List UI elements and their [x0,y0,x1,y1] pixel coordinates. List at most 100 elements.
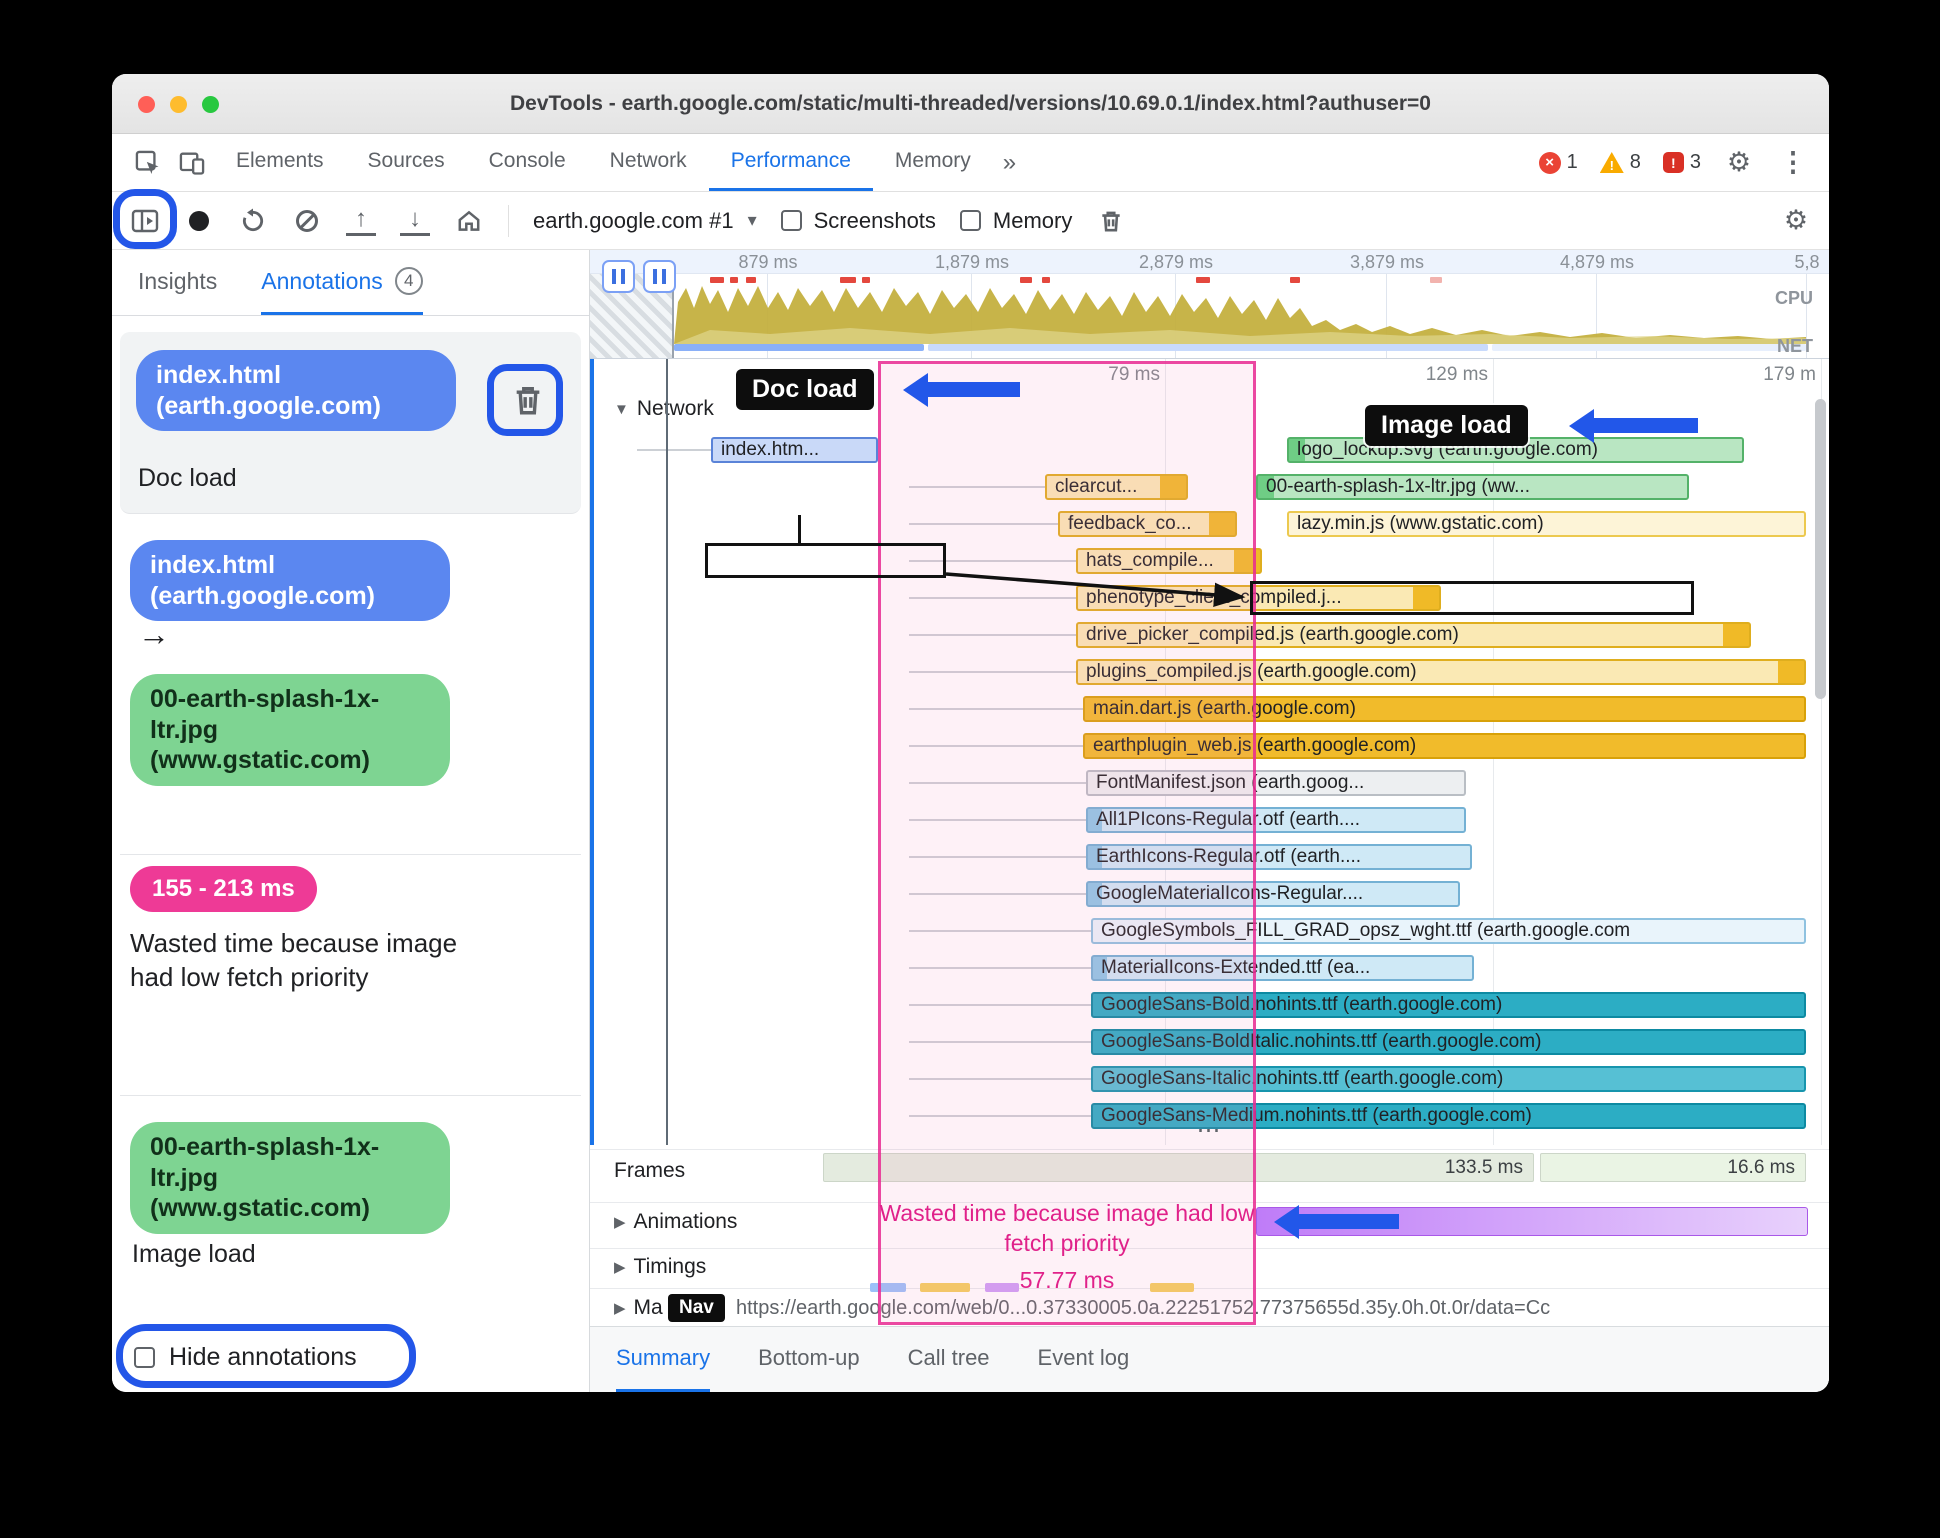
tab-annotations[interactable]: Annotations 4 [261,250,423,315]
devtools-tab[interactable]: Sources [346,134,467,191]
network-request-bar[interactable]: All1PIcons-Regular.otf (earth.... [1086,807,1466,833]
pause-button[interactable] [602,260,635,293]
annotation-pill-splash[interactable]: 00-earth-splash-1x-ltr.jpg (www.gstatic.… [130,1122,450,1234]
hide-annotations-checkbox[interactable]: Hide annotations [134,1343,357,1372]
error-badge[interactable]: × 1 [1533,151,1584,174]
delete-annotation-button[interactable] [511,382,545,418]
devtools-tab[interactable]: Console [467,134,588,191]
network-request-bar[interactable]: EarthIcons-Regular.otf (earth.... [1086,844,1472,870]
reload-icon[interactable] [238,206,268,236]
annotations-tab-label: Annotations [261,267,383,294]
checkbox-icon [780,210,802,231]
drawer-tab[interactable]: Summary [616,1327,711,1392]
wasted-time-line: Wasted time because image had low fetch … [879,1200,1255,1257]
issues-badge[interactable]: ! 3 [1657,151,1707,174]
drawer-tab[interactable]: Event log [1038,1327,1130,1392]
network-request-bar[interactable]: clearcut... [1045,474,1188,500]
request-label: index.htm... [721,439,820,460]
network-request-bar[interactable]: main.dart.js (earth.google.com) [1083,696,1806,722]
network-request-bar[interactable]: 00-earth-splash-1x-ltr.jpg (ww... [1256,474,1689,500]
upload-profile-icon[interactable]: ↑ [346,206,376,236]
network-request-bar[interactable]: feedback_co... [1058,511,1237,537]
clear-icon[interactable] [292,206,322,236]
network-request-bar[interactable]: lazy.min.js (www.gstatic.com) [1287,511,1806,537]
zoom-button[interactable] [202,96,219,113]
tab-insights[interactable]: Insights [138,250,217,315]
network-request-bar[interactable]: MaterialIcons-Extended.ttf (ea... [1091,955,1474,981]
request-whisker [909,1115,1091,1117]
long-task-tick [730,277,738,283]
collapse-triangle-icon: ▶ [614,1213,626,1231]
network-request-bar[interactable]: hats_compile... [1076,548,1262,574]
download-profile-icon[interactable]: ↓ [400,206,430,236]
network-request-bar[interactable]: GoogleMaterialIcons-Regular.... [1086,881,1460,907]
index-html-outline-box [705,543,946,578]
request-whisker [909,671,1076,673]
annotation-pill-index[interactable]: index.html (earth.google.com) [136,350,456,431]
animations-track-label[interactable]: ▶ Animations [614,1210,737,1234]
request-whisker [909,1078,1091,1080]
more-rows-indicator[interactable]: ⋯ [1197,1116,1223,1145]
record-button[interactable] [184,206,214,236]
panel-settings-gear-icon[interactable]: ⚙ [1781,205,1811,236]
devtools-tab[interactable]: Memory [873,134,993,191]
warning-badge[interactable]: ! 8 [1594,151,1647,174]
cpu-activity-chart [674,286,1806,344]
devtools-tab[interactable]: Network [588,134,709,191]
more-tabs-icon[interactable]: » [993,134,1026,191]
nav-url: https://earth.google.com/web/0...0.37330… [736,1297,1551,1319]
network-request-bar[interactable]: GoogleSans-BoldItalic.nohints.ttf (earth… [1091,1029,1806,1055]
minimize-button[interactable] [170,96,187,113]
network-request-bar[interactable]: drive_picker_compiled.js (earth.google.c… [1076,622,1751,648]
collect-garbage-icon[interactable] [1096,206,1126,236]
network-request-bar[interactable]: FontManifest.json (earth.goog... [1086,770,1466,796]
frame-duration-bar[interactable]: 133.5 ms [823,1153,1534,1182]
annotation-pill-splash[interactable]: 00-earth-splash-1x-ltr.jpg (www.gstatic.… [130,674,450,786]
timings-track-label[interactable]: ▶ Timings [614,1255,706,1279]
pause-button[interactable] [643,260,676,293]
timeline-overview[interactable]: 879 ms 1,879 ms 2,879 ms 3,879 ms 4,879 … [590,250,1829,359]
image-load-annotation-chip[interactable]: Image load [1365,405,1528,446]
frames-track-label: Frames [614,1158,686,1182]
main-track-label[interactable]: ▶ Ma [614,1296,663,1320]
target-label: earth.google.com #1 [533,207,734,233]
home-icon[interactable] [454,206,484,236]
frames-track[interactable]: Frames 133.5 ms 16.6 ms [590,1149,1829,1191]
nav-marker-chip[interactable]: Nav [668,1294,725,1322]
blue-arrow-icon [928,382,1020,397]
network-request-bar[interactable]: GoogleSymbols_FILL_GRAD_opsz_wght.ttf (e… [1091,918,1806,944]
close-button[interactable] [138,96,155,113]
doc-load-annotation-chip[interactable]: Doc load [736,369,874,410]
annotation-pill-index[interactable]: index.html (earth.google.com) [130,540,450,621]
frame-duration-bar[interactable]: 16.6 ms [1540,1153,1806,1182]
network-request-bar[interactable]: GoogleSans-Bold.nohints.ttf (earth.googl… [1091,992,1806,1018]
network-track-toggle[interactable]: ▼ Network [614,397,714,421]
settings-gear-icon[interactable]: ⚙ [1717,147,1761,178]
devtools-tab[interactable]: Performance [708,134,873,191]
network-request-bar[interactable]: earthplugin_web.js (earth.google.com) [1083,733,1806,759]
network-request-bar[interactable]: index.htm... [711,437,878,463]
drawer-tab[interactable]: Call tree [908,1327,990,1392]
collapse-triangle-icon: ▼ [614,400,629,418]
annotation-entry-doc-load[interactable]: index.html (earth.google.com) Doc load [120,332,581,514]
toggle-sidebar-icon[interactable] [113,188,177,249]
target-select[interactable]: earth.google.com #1 ▾ [533,208,757,234]
devtools-tab[interactable]: Elements [214,134,346,191]
network-request-bar[interactable]: GoogleSans-Italic.nohints.ttf (earth.goo… [1091,1066,1806,1092]
time-range-pill[interactable]: 155 - 213 ms [130,866,317,912]
drawer-tab[interactable]: Bottom-up [758,1327,860,1392]
long-task-tick [862,277,870,283]
kebab-menu-icon[interactable]: ⋮ [1771,147,1815,178]
devtools-body: Insights Annotations 4 index.html (earth… [112,250,1829,1392]
device-toolbar-icon[interactable] [170,134,214,191]
screenshots-checkbox[interactable]: Screenshots [780,208,936,234]
request-whisker [909,1004,1091,1006]
network-request-bar[interactable]: plugins_compiled.js (earth.google.com) [1076,659,1806,685]
memory-checkbox[interactable]: Memory [959,208,1072,234]
inspect-icon[interactable] [126,134,170,191]
request-whisker [909,782,1086,784]
network-waterfall[interactable]: 79 ms 129 ms 179 m ▼ Network index.htm..… [590,359,1829,1145]
hide-annotations-label: Hide annotations [169,1343,357,1371]
track-selection-bar [590,359,594,1145]
vertical-scrollbar[interactable] [1815,399,1826,699]
